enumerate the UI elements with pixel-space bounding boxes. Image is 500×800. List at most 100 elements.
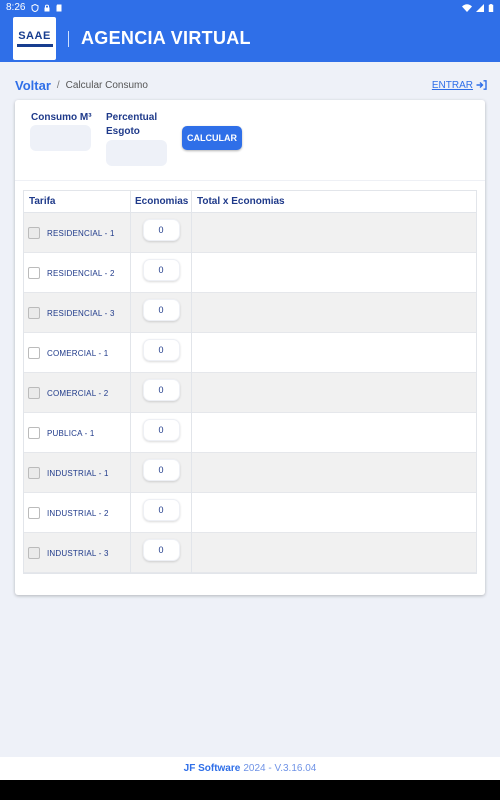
tarifa-label: RESIDENCIAL - 1 xyxy=(47,228,115,238)
tarifa-label: COMERCIAL - 2 xyxy=(47,388,109,398)
breadcrumb-separator: / xyxy=(56,79,60,91)
title-divider xyxy=(68,30,69,47)
status-time: 8:26 xyxy=(6,2,26,13)
table-header: Tarifa Economias Total x Economias xyxy=(24,190,476,213)
economias-input[interactable]: 0 xyxy=(142,219,180,241)
tarifa-checkbox[interactable] xyxy=(28,347,40,359)
tarifa-checkbox[interactable] xyxy=(28,267,40,279)
total-cell xyxy=(192,213,476,253)
tarifa-checkbox[interactable] xyxy=(28,467,40,479)
tarifa-cell: INDUSTRIAL - 1 xyxy=(24,453,131,493)
logo-underline xyxy=(16,44,53,47)
login-label: ENTRAR xyxy=(431,79,473,91)
tarifa-cell: RESIDENCIAL - 2 xyxy=(24,253,131,293)
total-cell xyxy=(192,413,476,453)
percentual-esgoto-input[interactable] xyxy=(106,140,167,166)
tarifa-checkbox[interactable] xyxy=(28,227,40,239)
economias-cell: 0 xyxy=(131,453,192,493)
battery-icon xyxy=(488,3,494,12)
table-row: PUBLICA - 1 0 xyxy=(24,413,476,453)
economias-cell: 0 xyxy=(131,533,192,573)
total-cell xyxy=(192,293,476,333)
total-cell xyxy=(192,333,476,373)
tarifa-table: Tarifa Economias Total x Economias RESID… xyxy=(23,190,477,574)
table-row: RESIDENCIAL - 2 0 xyxy=(24,253,476,293)
page-title: AGENCIA VIRTUAL xyxy=(81,28,251,48)
economias-input[interactable]: 0 xyxy=(142,299,180,321)
wifi-icon xyxy=(462,3,472,12)
calculator-card: Consumo M³ Percentual Esgoto CALCULAR Ta… xyxy=(15,100,485,595)
back-link[interactable]: Voltar xyxy=(15,78,51,93)
economias-input[interactable]: 0 xyxy=(142,379,180,401)
percentual-label-line1: Percentual xyxy=(106,112,158,123)
logo-text: SAAE xyxy=(18,30,51,42)
economias-cell: 0 xyxy=(131,493,192,533)
tarifa-cell: COMERCIAL - 2 xyxy=(24,373,131,413)
total-cell xyxy=(192,253,476,293)
tarifa-checkbox[interactable] xyxy=(28,547,40,559)
economias-cell: 0 xyxy=(131,213,192,253)
tarifa-cell: PUBLICA - 1 xyxy=(24,413,131,453)
login-icon xyxy=(476,80,487,90)
tarifa-cell: COMERCIAL - 1 xyxy=(24,333,131,373)
total-cell xyxy=(192,453,476,493)
tarifa-label: COMERCIAL - 1 xyxy=(47,348,109,358)
shield-icon xyxy=(31,3,39,12)
table-row: COMERCIAL - 2 0 xyxy=(24,373,476,413)
total-cell xyxy=(192,373,476,413)
economias-cell: 0 xyxy=(131,413,192,453)
tarifa-checkbox[interactable] xyxy=(28,307,40,319)
tarifa-checkbox[interactable] xyxy=(28,387,40,399)
economias-cell: 0 xyxy=(131,333,192,373)
footer-brand: JF Software xyxy=(183,763,241,774)
economias-input[interactable]: 0 xyxy=(142,419,180,441)
economias-cell: 0 xyxy=(131,253,192,293)
percentual-label: Percentual Esgoto xyxy=(106,111,157,139)
tarifa-checkbox[interactable] xyxy=(28,427,40,439)
status-bar: 8:26 xyxy=(0,0,500,15)
signal-icon xyxy=(476,3,484,12)
economias-cell: 0 xyxy=(131,293,192,333)
tarifa-label: INDUSTRIAL - 1 xyxy=(47,468,109,478)
table-row: INDUSTRIAL - 2 0 xyxy=(24,493,476,533)
table-row: INDUSTRIAL - 3 0 xyxy=(24,533,476,573)
table-row: COMERCIAL - 1 0 xyxy=(24,333,476,373)
breadcrumb: Voltar / Calcular Consumo ENTRAR xyxy=(15,76,487,94)
form-divider xyxy=(15,180,485,181)
economias-input[interactable]: 0 xyxy=(142,459,180,481)
economias-cell: 0 xyxy=(131,373,192,413)
calcular-button[interactable]: CALCULAR xyxy=(182,126,242,150)
saae-logo: SAAE xyxy=(13,17,56,60)
percentual-label-line2: Esgoto xyxy=(106,126,140,137)
tarifa-label: RESIDENCIAL - 2 xyxy=(47,268,115,278)
tarifa-cell: RESIDENCIAL - 1 xyxy=(24,213,131,253)
tarifa-label: INDUSTRIAL - 3 xyxy=(47,548,109,558)
table-row: INDUSTRIAL - 1 0 xyxy=(24,453,476,493)
app-bar: SAAE AGENCIA VIRTUAL xyxy=(0,15,500,62)
calc-form: Consumo M³ Percentual Esgoto CALCULAR xyxy=(15,100,485,180)
economias-input[interactable]: 0 xyxy=(142,499,180,521)
total-cell xyxy=(192,533,476,573)
breadcrumb-current: Calcular Consumo xyxy=(65,79,148,91)
tarifa-label: RESIDENCIAL - 3 xyxy=(47,308,115,318)
consumo-input[interactable] xyxy=(30,125,91,151)
tarifa-cell: INDUSTRIAL - 3 xyxy=(24,533,131,573)
economias-input[interactable]: 0 xyxy=(142,339,180,361)
footer: JF Software 2024 - V.3.16.04 xyxy=(0,757,500,780)
header-tarifa: Tarifa xyxy=(24,190,131,213)
table-body: RESIDENCIAL - 1 0 RESIDENCIAL - 2 0 RESIDENC… xyxy=(24,213,476,573)
table-row: RESIDENCIAL - 3 0 xyxy=(24,293,476,333)
lock-icon xyxy=(44,4,50,11)
consumo-label: Consumo M³ xyxy=(31,112,92,123)
table-row: RESIDENCIAL - 1 0 xyxy=(24,213,476,253)
economias-input[interactable]: 0 xyxy=(142,539,180,561)
header-economias: Economias xyxy=(131,190,192,213)
system-nav-bar xyxy=(0,780,500,800)
tarifa-label: INDUSTRIAL - 2 xyxy=(47,508,109,518)
economias-input[interactable]: 0 xyxy=(142,259,180,281)
tarifa-checkbox[interactable] xyxy=(28,507,40,519)
login-link[interactable]: ENTRAR xyxy=(432,80,487,91)
header-total: Total x Economias xyxy=(197,196,285,207)
tarifa-label: PUBLICA - 1 xyxy=(47,428,95,438)
footer-version: 2024 - V.3.16.04 xyxy=(243,763,317,774)
